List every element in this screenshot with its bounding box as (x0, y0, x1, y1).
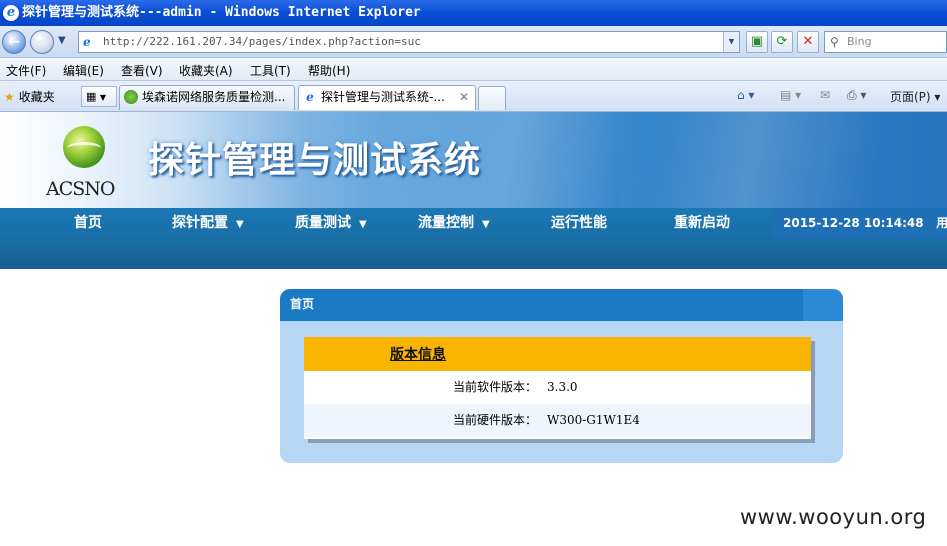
panel-header-title: 首页 (290, 297, 315, 311)
new-tab-button[interactable] (478, 86, 506, 110)
nav-performance-label: 运行性能 (551, 215, 607, 231)
card-title: 版本信息 (390, 347, 446, 363)
menu-help[interactable]: 帮助(H) (308, 62, 350, 79)
home-icon[interactable]: ⌂ ▾ (737, 88, 754, 102)
acsno-logo-icon (63, 126, 105, 168)
search-icon: ⚲ (830, 35, 839, 49)
search-input[interactable]: ⚲ Bing (824, 31, 947, 53)
star-icon: ★ (4, 90, 15, 104)
nav-performance[interactable]: 运行性能 (551, 214, 607, 232)
ie-logo-icon: e (3, 5, 19, 21)
favorites-button[interactable]: ★ 收藏夹 (4, 88, 55, 105)
site-banner: ACSNO 探针管理与测试系统 (0, 112, 947, 208)
forward-button[interactable]: → (30, 30, 54, 54)
quick-tabs-button[interactable]: ▦ ▼ (81, 86, 117, 107)
refresh-icon[interactable]: ⟳ (771, 31, 793, 53)
menu-view[interactable]: 查看(V) (121, 62, 163, 79)
user-label: 用户： (936, 216, 947, 230)
favorites-tab-bar: ★ 收藏夹 ▦ ▼ 埃森诺网络服务质量检测... e 探针管理与测试系统-... … (0, 81, 947, 112)
url-dropdown-icon[interactable]: ▼ (723, 32, 739, 52)
nav-restart-label: 重新启动 (674, 215, 730, 231)
caret-down-icon: ▼ (482, 219, 490, 230)
logo-text: ACSNO (46, 178, 115, 200)
caret-down-icon: ▼ (236, 219, 244, 230)
nav-traffic-control-label: 流量控制 (418, 215, 474, 231)
tab-active[interactable]: e 探针管理与测试系统-... ✕ (298, 85, 476, 110)
tab-inactive[interactable]: 埃森诺网络服务质量检测... (119, 85, 295, 110)
site-title: 探针管理与测试系统 (148, 140, 482, 181)
compatibility-view-icon[interactable]: ▣ (746, 31, 768, 53)
software-version-value: 3.3.0 (547, 380, 578, 394)
back-button[interactable]: ← (2, 30, 26, 54)
tab-label: 埃森诺网络服务质量检测... (142, 90, 286, 104)
nav-quality-test-label: 质量测试 (295, 215, 351, 231)
main-nav: 首页 探针配置 ▼ 质量测试 ▼ 流量控制 ▼ 运行性能 重新启动 2015-12-2… (0, 208, 947, 269)
version-info-card: 版本信息 当前软件版本： 3.3.0 当前硬件版本： W300-G1W1E4 (304, 337, 811, 439)
nav-home-label: 首页 (74, 215, 102, 231)
menu-favorites[interactable]: 收藏夹(A) (179, 62, 233, 79)
home-panel: 首页 版本信息 当前软件版本： 3.3.0 当前硬件版本： W300-G1W1E… (280, 289, 843, 463)
favorites-label: 收藏夹 (18, 90, 55, 104)
window-title: 探针管理与测试系统---admin - Windows Internet Exp… (22, 5, 421, 20)
nav-home[interactable]: 首页 (74, 214, 102, 232)
software-version-row: 当前软件版本： 3.3.0 (304, 371, 811, 404)
watermark: www.wooyun.org (740, 505, 927, 529)
address-toolbar: ← → ▼ e http://222.161.207.34/pages/inde… (0, 26, 947, 58)
nav-quality-test[interactable]: 质量测试 ▼ (295, 214, 367, 234)
url-input[interactable]: e http://222.161.207.34/pages/index.php?… (78, 31, 740, 53)
datetime-user-bar: 2015-12-28 10:14:48 用户： (773, 208, 947, 239)
history-dropdown-icon[interactable]: ▼ (58, 35, 66, 46)
nav-probe-config-label: 探针配置 (172, 215, 228, 231)
print-icon[interactable]: ⎙ ▾ (847, 88, 866, 103)
tab-label: 探针管理与测试系统-... (321, 90, 445, 104)
feeds-icon[interactable]: ▤ ▾ (780, 88, 801, 102)
current-datetime: 2015-12-28 10:14:48 (783, 216, 924, 230)
page-icon: e (83, 35, 91, 49)
menu-file[interactable]: 文件(F) (6, 62, 46, 79)
banner-decoration (620, 112, 880, 208)
menu-tools[interactable]: 工具(T) (250, 62, 291, 79)
hardware-version-value: W300-G1W1E4 (547, 413, 640, 427)
ie-page-icon: e (306, 90, 314, 104)
hardware-version-row: 当前硬件版本： W300-G1W1E4 (304, 404, 811, 437)
menu-edit[interactable]: 编辑(E) (63, 62, 104, 79)
site-favicon-icon (124, 90, 138, 104)
software-version-label: 当前软件版本： (452, 380, 537, 394)
mail-icon[interactable]: ✉ (820, 88, 830, 102)
nav-restart[interactable]: 重新启动 (674, 214, 730, 232)
nav-traffic-control[interactable]: 流量控制 ▼ (418, 214, 490, 234)
panel-header: 首页 (280, 289, 843, 321)
page-menu-label: 页面(P) (890, 90, 931, 104)
close-tab-icon[interactable]: ✕ (459, 86, 469, 108)
stop-icon[interactable]: ✕ (797, 31, 819, 53)
page-menu-button[interactable]: 页面(P) ▾ (890, 88, 940, 105)
menu-bar: 文件(F) 编辑(E) 查看(V) 收藏夹(A) 工具(T) 帮助(H) (0, 58, 947, 81)
grid-icon: ▦ (86, 90, 97, 103)
window-titlebar: e 探针管理与测试系统---admin - Windows Internet E… (0, 0, 947, 26)
search-placeholder: Bing (847, 35, 872, 48)
caret-down-icon: ▼ (359, 219, 367, 230)
nav-probe-config[interactable]: 探针配置 ▼ (172, 214, 244, 234)
card-header: 版本信息 (304, 337, 811, 371)
url-text: http://222.161.207.34/pages/index.php?ac… (103, 35, 421, 48)
chevron-down-icon: ▼ (99, 93, 107, 102)
hardware-version-label: 当前硬件版本： (452, 413, 537, 427)
